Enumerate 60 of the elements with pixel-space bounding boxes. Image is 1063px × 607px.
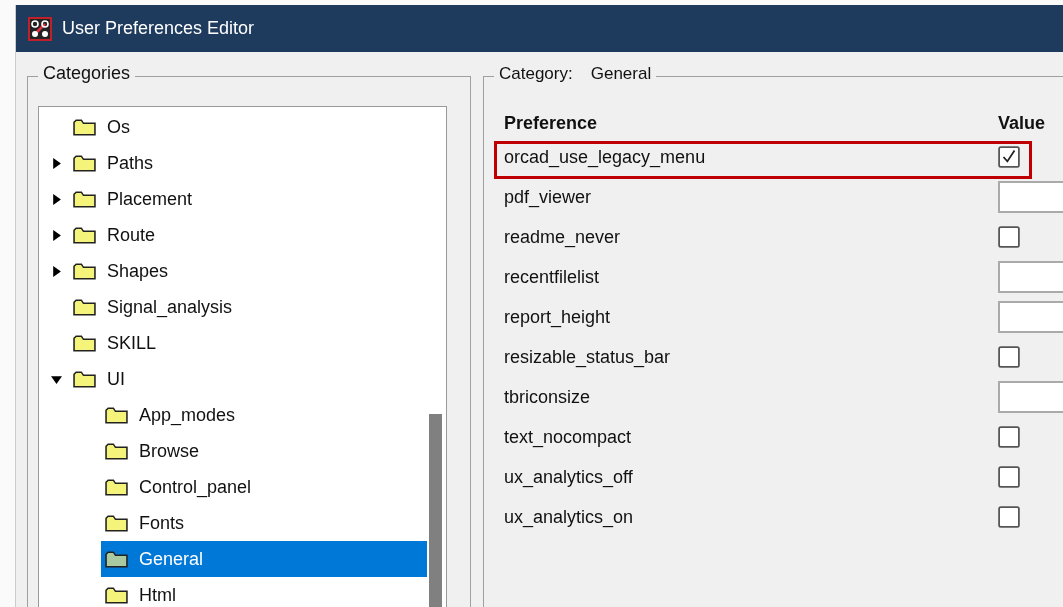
preference-name: report_height [504,306,612,328]
checkbox[interactable] [998,346,1020,368]
checkbox[interactable] [998,226,1020,248]
folder-icon [105,514,128,532]
preference-name: resizable_status_bar [504,346,672,368]
category-label: Category: [499,64,573,84]
tree-item[interactable]: Placement [39,181,425,217]
group-title: Categories [38,63,136,84]
value-field[interactable] [998,261,1063,293]
folder-icon [73,226,96,244]
preference-name: pdf_viewer [504,186,593,208]
window-title: User Preferences Editor [62,18,255,39]
preference-name: orcad_use_legacy_menu [504,146,707,168]
tree-item[interactable]: General [101,541,427,577]
preference-name: tbriconsize [504,386,592,408]
folder-icon [73,262,96,280]
tree-item[interactable]: UI [39,361,425,397]
value-field[interactable] [998,381,1063,413]
preference-name: recentfilelist [504,266,601,288]
folder-icon [105,442,128,460]
expander-icon[interactable] [51,265,62,277]
value-field[interactable] [998,301,1063,333]
folder-icon [73,154,96,172]
preference-name: ux_analytics_off [504,466,634,488]
tree-item[interactable]: Paths [39,145,425,181]
checkbox[interactable] [998,466,1020,488]
preference-name: ux_analytics_on [504,506,635,528]
tree-item[interactable]: Route [39,217,425,253]
checkbox[interactable] [998,426,1020,448]
checkbox[interactable] [998,506,1020,528]
column-header: Preference [504,112,599,134]
preference-name: text_nocompact [504,426,633,448]
checkbox[interactable] [998,146,1020,168]
tree-item[interactable]: Os [39,109,425,145]
expander-icon[interactable] [51,373,62,385]
folder-icon [73,370,96,388]
expander-icon[interactable] [51,229,62,241]
app-logo-icon [28,16,52,41]
tree-item[interactable]: Browse [101,433,427,469]
folder-icon [73,190,96,208]
folder-icon [73,334,96,352]
column-header: Value [998,112,1046,134]
folder-icon [105,550,128,568]
folder-icon [105,586,128,604]
preference-name: readme_never [504,226,622,248]
category-name: General [590,64,652,84]
tree-item[interactable]: Fonts [101,505,427,541]
tree-item[interactable]: Html [101,577,427,607]
expander-icon[interactable] [51,157,62,169]
expander-icon[interactable] [51,193,62,205]
folder-icon [105,478,128,496]
tree-item[interactable]: Control_panel [101,469,427,505]
tree-item[interactable]: Shapes [39,253,425,289]
folder-icon [73,298,96,316]
value-field[interactable] [998,181,1063,213]
folder-icon [105,406,128,424]
tree-item[interactable]: App_modes [101,397,427,433]
folder-icon [73,118,96,136]
tree-item[interactable]: SKILL [39,325,425,361]
tree-item[interactable]: Signal_analysis [39,289,425,325]
